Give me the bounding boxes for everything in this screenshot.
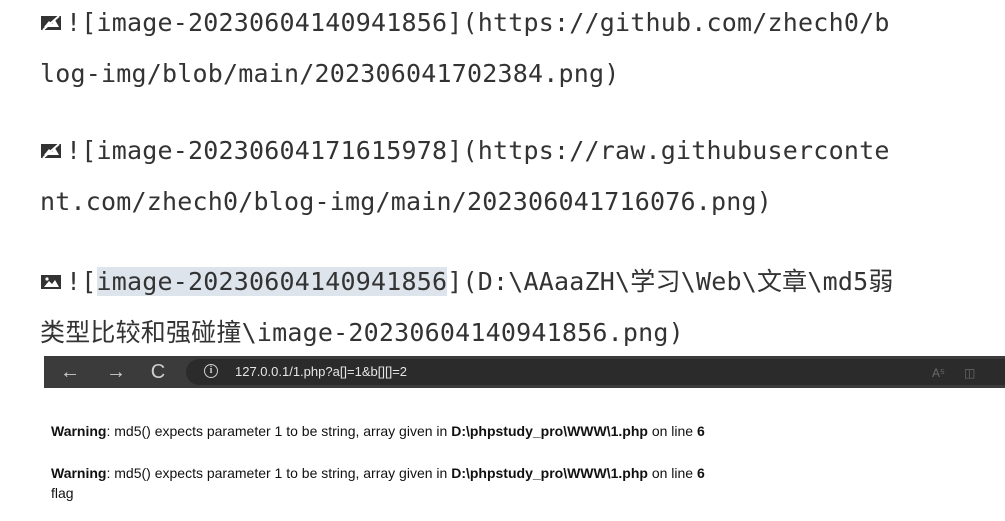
md-line-4[interactable]: nt.com/zhech0/blog-img/main/202306041716…: [40, 187, 772, 216]
md-suffix: ](D:\AAaaZH\学习\Web\文章\md5弱: [447, 267, 894, 296]
warning-online: on line: [647, 423, 697, 439]
md-line-5[interactable]: ![image-20230604140941856](D:\AAaaZH\学习\…: [40, 262, 894, 298]
image-icon: [40, 273, 62, 291]
warning-message: Warning: md5() expects parameter 1 to be…: [51, 423, 705, 439]
warning-text: : md5() expects parameter 1 to be string…: [106, 465, 452, 481]
md-prefix: ![: [66, 267, 97, 296]
reload-icon[interactable]: C: [146, 360, 170, 384]
md-text: 类型比较和强碰撞\image-20230604140941856.png): [40, 318, 684, 347]
md-line-6[interactable]: 类型比较和强碰撞\image-20230604140941856.png): [40, 313, 684, 349]
address-bar[interactable]: i 127.0.0.1/1.php?a[]=1&b[][]=2 A⁵ ◫: [186, 359, 1005, 385]
warning-text: : md5() expects parameter 1 to be string…: [106, 423, 452, 439]
md-line-1[interactable]: ![image-20230604140941856](https://githu…: [40, 8, 890, 37]
back-arrow-icon[interactable]: ←: [58, 360, 82, 384]
md-text: ![image-20230604140941856](https://githu…: [66, 8, 890, 37]
read-aloud-icon[interactable]: A⁵: [932, 366, 945, 380]
md-line-2[interactable]: log-img/blob/main/202306041702384.png): [40, 59, 620, 88]
page-content: Warning: md5() expects parameter 1 to be…: [44, 388, 1005, 521]
md-line-3[interactable]: ![image-20230604171615978](https://raw.g…: [40, 136, 890, 165]
warning-line: 6: [697, 465, 705, 481]
md-text: ![image-20230604171615978](https://raw.g…: [66, 136, 890, 165]
warning-online: on line: [647, 465, 697, 481]
md-text: nt.com/zhech0/blog-img/main/202306041716…: [40, 187, 773, 216]
warning-path: D:\phpstudy_pro\WWW\1.php: [451, 465, 648, 481]
broken-image-icon: [40, 142, 62, 160]
browser-toolbar: ← → C i 127.0.0.1/1.php?a[]=1&b[][]=2 A⁵…: [44, 356, 1005, 388]
warning-path: D:\phpstudy_pro\WWW\1.php: [451, 423, 648, 439]
forward-arrow-icon[interactable]: →: [104, 360, 128, 384]
url-text[interactable]: 127.0.0.1/1.php?a[]=1&b[][]=2: [235, 364, 407, 379]
browser-window: ← → C i 127.0.0.1/1.php?a[]=1&b[][]=2 A⁵…: [44, 356, 1005, 521]
warning-label: Warning: [51, 423, 107, 439]
md-text: log-img/blob/main/202306041702384.png): [40, 59, 620, 88]
selected-text[interactable]: image-20230604140941856: [96, 267, 448, 296]
split-screen-icon[interactable]: ◫: [964, 366, 975, 380]
info-icon[interactable]: i: [204, 364, 218, 378]
broken-image-icon: [40, 14, 62, 32]
warning-line: 6: [697, 423, 705, 439]
warning-message: Warning: md5() expects parameter 1 to be…: [51, 465, 705, 481]
warning-label: Warning: [51, 465, 107, 481]
flag-output: flag: [51, 485, 74, 501]
